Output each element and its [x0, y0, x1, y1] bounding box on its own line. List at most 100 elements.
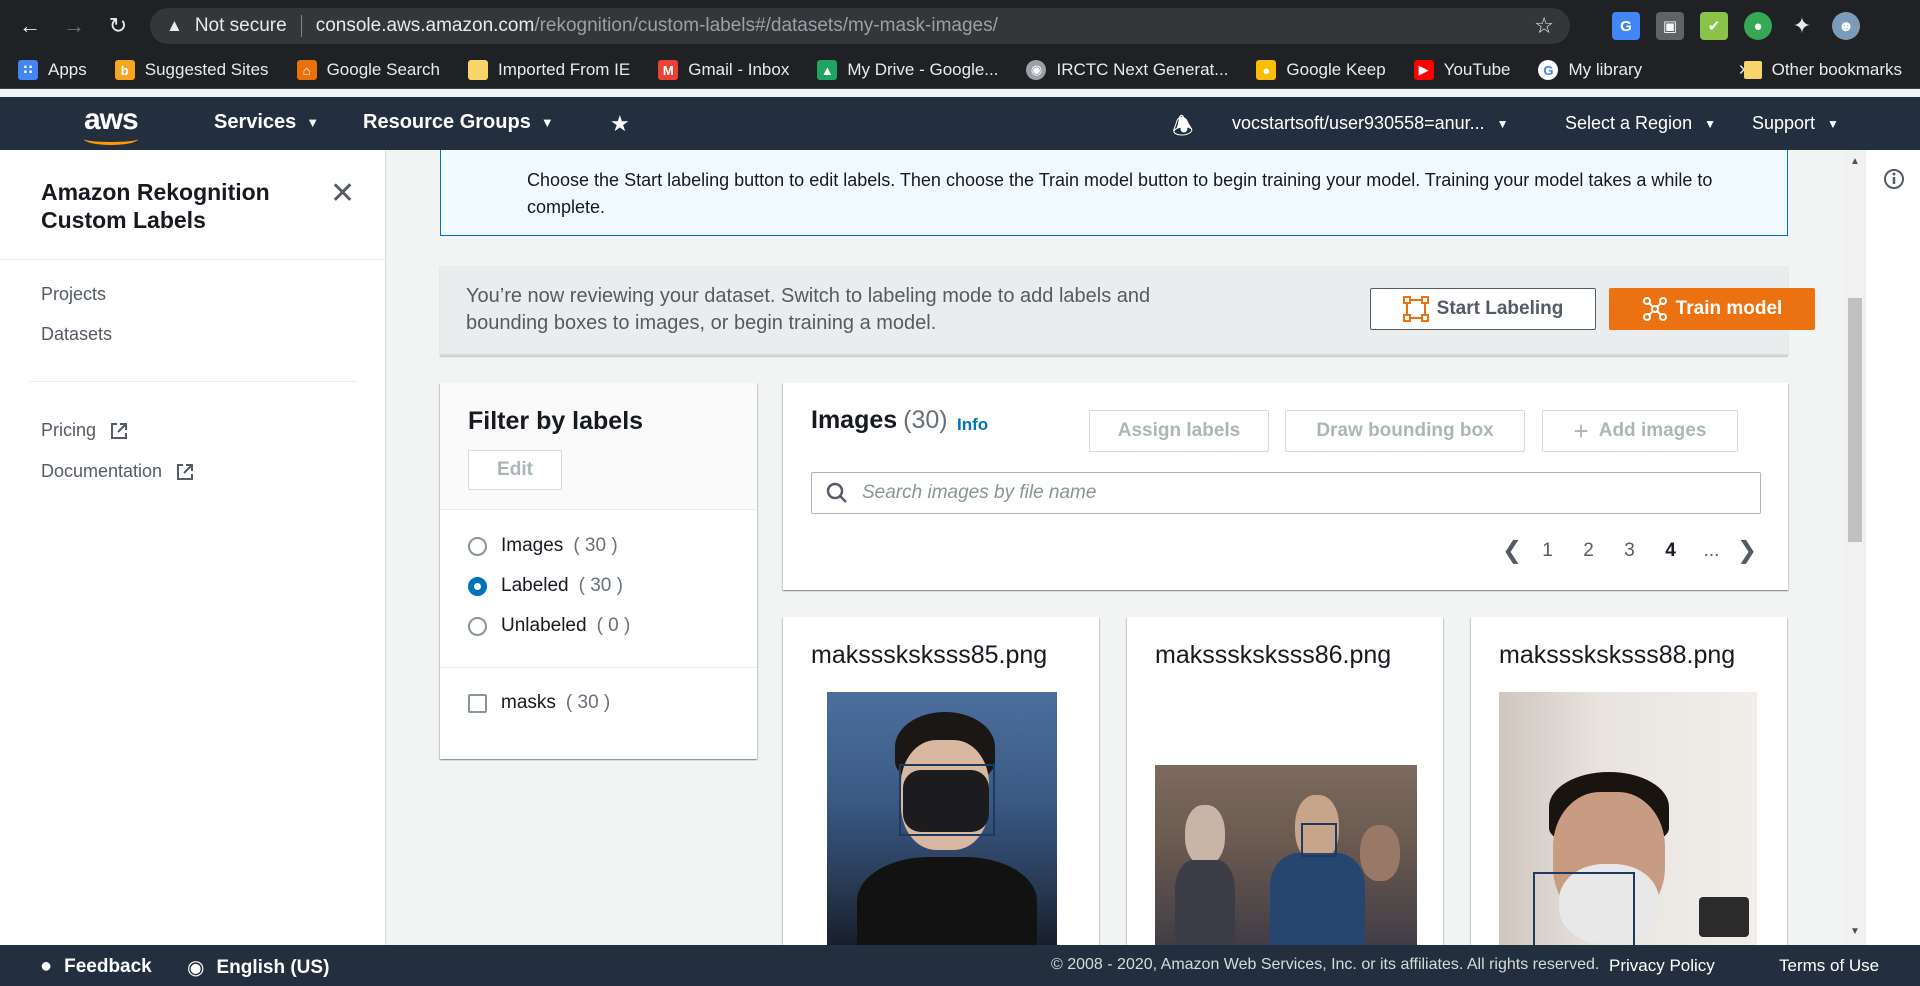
forward-icon[interactable]: →	[52, 6, 96, 46]
chevron-down-icon: ▼	[1704, 116, 1716, 131]
train-model-button[interactable]: Train model	[1609, 288, 1815, 330]
bookmark-my-drive[interactable]: ▲ My Drive - Google...	[817, 60, 998, 80]
bookmark-apps[interactable]: ∷ Apps	[18, 60, 87, 80]
draw-bounding-box-button[interactable]: Draw bounding box	[1285, 410, 1525, 452]
translate-extension-icon[interactable]: G	[1612, 12, 1640, 40]
scroll-down-icon[interactable]: ▼	[1850, 926, 1860, 937]
sidebar-item-label: Projects	[41, 284, 107, 304]
puzzle-extensions-icon[interactable]: ✦	[1788, 12, 1816, 40]
sidebar-item-projects[interactable]: Projects	[41, 284, 106, 305]
image-card[interactable]: maksssksksss88.png	[1471, 617, 1787, 945]
keep-icon: ●	[1256, 60, 1277, 80]
start-labeling-button[interactable]: Start Labeling	[1370, 288, 1596, 330]
sidebar-item-documentation[interactable]: Documentation	[41, 461, 194, 482]
services-menu[interactable]: Services ▼	[214, 111, 319, 134]
bookmark-youtube[interactable]: ▶ YouTube	[1413, 60, 1510, 80]
back-icon[interactable]: ←	[8, 6, 52, 46]
account-menu[interactable]: vocstartsoft/user930558=anur... ▼	[1232, 113, 1509, 134]
checkbox[interactable]	[468, 693, 487, 713]
radio-label: Unlabeled	[501, 615, 587, 636]
folder-icon	[467, 60, 488, 80]
aws-logo[interactable]: aws	[84, 103, 139, 137]
chevron-left-icon[interactable]: ❮	[1497, 536, 1527, 565]
radio-label: Images	[501, 535, 564, 556]
bookmark-star-icon[interactable]: ☆	[1534, 13, 1554, 39]
edit-labels-button[interactable]: Edit	[468, 450, 562, 490]
checkbox-count: ( 30 )	[565, 692, 611, 713]
crowd-photo	[1155, 765, 1417, 945]
page-3[interactable]: 3	[1609, 540, 1650, 562]
search-input[interactable]	[862, 482, 1742, 504]
bookmark-gmail[interactable]: M Gmail - Inbox	[658, 60, 789, 80]
image-card[interactable]: maksssksksss86.png	[1127, 617, 1443, 945]
radio-images[interactable]: Images ( 30 )	[468, 535, 618, 557]
privacy-policy-link[interactable]: Privacy Policy	[1609, 956, 1715, 976]
bookmark-irctc[interactable]: ◉ IRCTC Next Generat...	[1026, 60, 1228, 80]
speech-bubble-icon: ●	[40, 955, 53, 977]
assign-labels-button[interactable]: Assign labels	[1089, 410, 1269, 452]
suggested-sites-icon: b	[114, 60, 135, 80]
radio-unlabeled[interactable]: Unlabeled ( 0 )	[468, 615, 630, 637]
add-images-button[interactable]: + Add images	[1542, 410, 1738, 452]
bookmark-my-library[interactable]: G My library	[1538, 60, 1642, 80]
info-alert-text: Choose the Start labeling button to edit…	[527, 170, 1713, 217]
bookmarks-bar: ∷ Apps b Suggested Sites ⌂ Google Search Im…	[0, 52, 1920, 89]
notifications-bell-icon[interactable]: 🕭	[1172, 109, 1193, 150]
sidebar-divider	[29, 381, 357, 382]
sidebar-item-pricing[interactable]: Pricing	[41, 420, 128, 441]
language-selector[interactable]: ◉ English (US)	[187, 955, 329, 980]
bookmark-imported-from-ie[interactable]: Imported From IE	[467, 60, 631, 80]
vertical-scrollbar[interactable]: ▲ ▼	[1845, 150, 1865, 945]
page-2[interactable]: 2	[1568, 540, 1609, 562]
rainbow-extension-icon[interactable]: ●	[1744, 12, 1772, 40]
sidebar-item-datasets[interactable]: Datasets	[41, 324, 112, 345]
bookmark-label: Gmail - Inbox	[688, 60, 790, 79]
bookmark-label: Imported From IE	[497, 60, 631, 79]
scrollbar-thumb[interactable]	[1848, 298, 1862, 542]
chevron-down-icon: ▼	[1827, 116, 1839, 131]
label-checkbox-masks[interactable]: masks ( 30 )	[468, 692, 610, 714]
reload-icon[interactable]: ↻	[96, 6, 140, 46]
terms-of-use-link[interactable]: Terms of Use	[1779, 956, 1879, 976]
feedback-link[interactable]: ● Feedback	[40, 955, 152, 978]
info-link[interactable]: Info	[957, 415, 988, 435]
chevron-right-icon[interactable]: ❯	[1732, 536, 1762, 565]
pin-icon[interactable]: ★	[610, 111, 630, 137]
radio-labeled[interactable]: Labeled ( 30 )	[468, 575, 623, 597]
chart-extension-icon[interactable]: ✔	[1700, 12, 1728, 40]
side-navigation: Amazon Rekognition Custom Labels ✕ Proje…	[0, 150, 386, 945]
services-label: Services	[214, 111, 297, 133]
close-icon[interactable]: ✕	[330, 176, 355, 211]
page-4-current[interactable]: 4	[1650, 540, 1691, 562]
resource-groups-menu[interactable]: Resource Groups ▼	[363, 111, 554, 134]
bookmark-label: Suggested Sites	[144, 60, 269, 79]
radio-label: Labeled	[501, 575, 569, 596]
language-label: English (US)	[216, 956, 330, 978]
support-label: Support	[1752, 113, 1816, 133]
bookmark-google-search[interactable]: ⌂ Google Search	[296, 60, 440, 80]
filter-panel-header: Filter by labels Edit	[440, 383, 757, 510]
images-panel: Images (30) Info Assign labels Draw bound…	[783, 383, 1788, 590]
page-1[interactable]: 1	[1527, 540, 1568, 562]
profile-avatar[interactable]: ☻	[1832, 12, 1860, 40]
bookmark-google-keep[interactable]: ● Google Keep	[1256, 60, 1386, 80]
review-mode-text: You’re now reviewing your dataset. Switc…	[466, 285, 1151, 334]
sidebar-divider	[0, 259, 385, 260]
info-icon[interactable]	[1883, 168, 1905, 190]
radio-button[interactable]	[468, 616, 487, 636]
address-bar[interactable]: ▲ Not secure console.aws.amazon.com/reko…	[150, 8, 1570, 44]
radio-button[interactable]	[468, 536, 487, 556]
image-card[interactable]: maksssksksss85.png	[783, 617, 1099, 945]
region-menu[interactable]: Select a Region ▼	[1565, 113, 1716, 134]
scroll-up-icon[interactable]: ▲	[1850, 156, 1860, 167]
house-icon: ⌂	[296, 60, 317, 80]
radio-button-selected[interactable]	[468, 576, 487, 596]
search-field[interactable]	[811, 472, 1761, 514]
bookmark-suggested-sites[interactable]: b Suggested Sites	[114, 60, 269, 80]
sidebar-title: Amazon Rekognition Custom Labels	[41, 179, 270, 233]
sidebar-item-label: Pricing	[41, 420, 97, 440]
other-bookmarks[interactable]: Other bookmarks	[1743, 60, 1902, 80]
bounding-box	[899, 764, 995, 836]
image-extension-icon[interactable]: ▣	[1656, 12, 1684, 40]
support-menu[interactable]: Support ▼	[1752, 113, 1839, 134]
